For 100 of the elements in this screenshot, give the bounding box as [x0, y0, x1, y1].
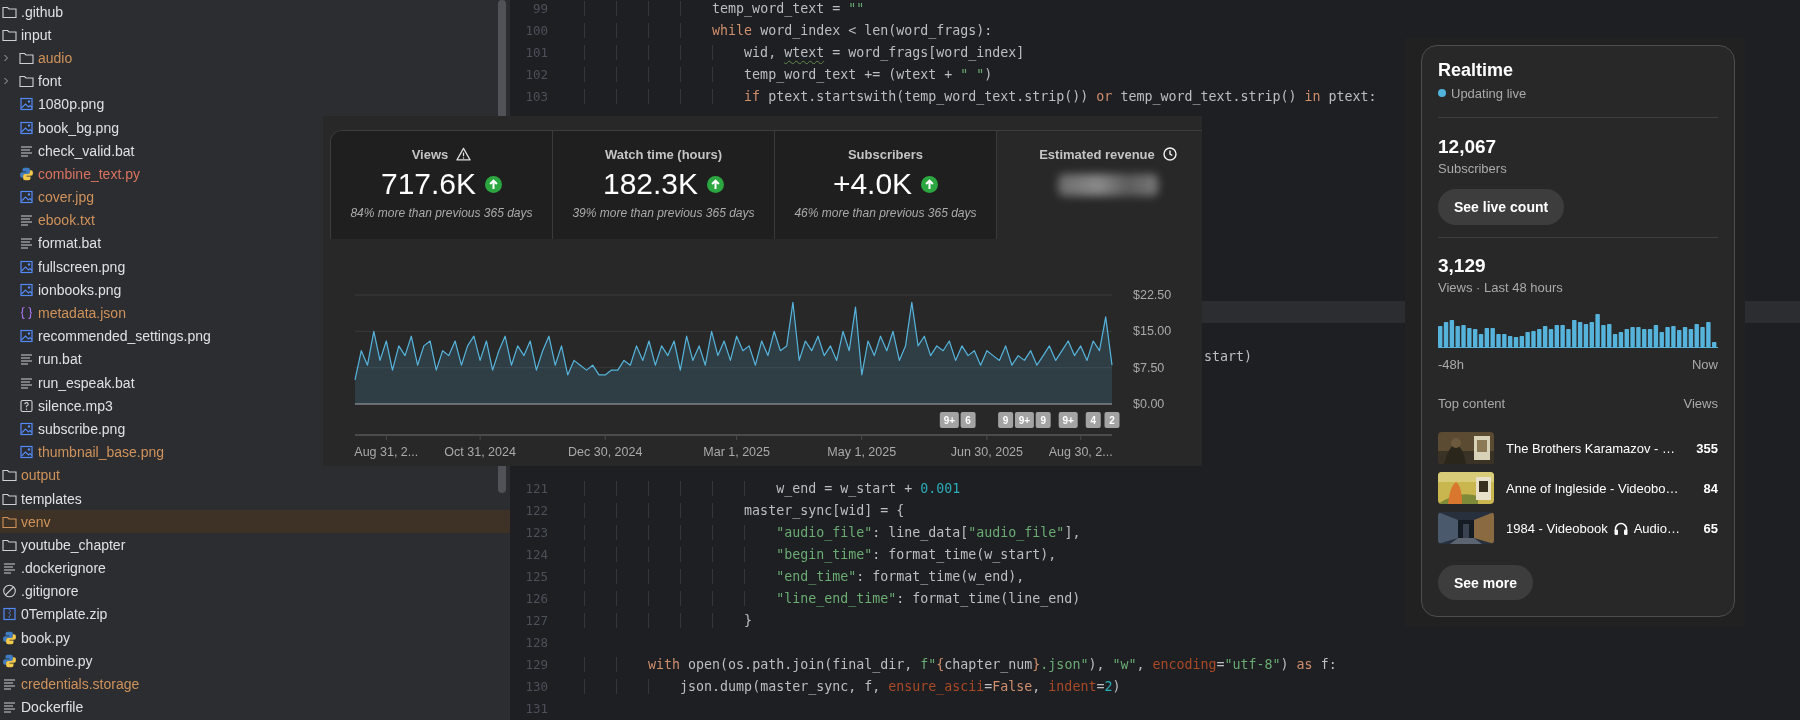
video-title[interactable]: 1984 - Videobook: [1506, 520, 1608, 536]
tree-item[interactable]: combine_text.py: [0, 162, 144, 186]
headphones-icon: [1612, 520, 1629, 536]
scrollbar-segment[interactable]: [498, 466, 506, 493]
tree-item[interactable]: templates: [0, 486, 86, 511]
tree-item[interactable]: .gitignore: [0, 579, 83, 603]
code-line: with open(os.path.join(final_dir, f"{chapter_num}.json"), "w", encoding="utf-8") as f:: [648, 656, 1337, 672]
view-count: 84: [1703, 480, 1718, 496]
tree-item[interactable]: ebook.txt: [0, 208, 99, 232]
metric-label: Subscribers: [847, 146, 924, 162]
tree-item[interactable]: input: [0, 23, 56, 47]
live-dot: [1438, 89, 1446, 97]
axis-label: Now: [1692, 356, 1718, 374]
view-count: 65: [1703, 520, 1718, 536]
metric-tab[interactable]: Views 717.6K 84% more than previous 365 days: [331, 131, 553, 239]
tree-item[interactable]: run_espeak.bat: [0, 371, 139, 395]
python-icon: [19, 166, 34, 181]
video-title[interactable]: Anne of Ingleside - Videobo…: [1506, 480, 1679, 496]
text-file-icon: [2, 561, 17, 576]
panel-title: Realtime: [1438, 59, 1514, 81]
stat-value: 12,067: [1438, 136, 1497, 158]
axis-label: Aug 31, 2...: [354, 445, 419, 459]
metric-tab[interactable]: Watch time (hours) 182.3K 39% more than previous 365 days: [553, 131, 775, 239]
metric-tab[interactable]: Subscribers +4.0K 46% more than previous 365 days: [775, 131, 997, 239]
code-line: temp_word_text += (wtext + " "): [744, 66, 993, 82]
image-file-icon: [19, 329, 34, 344]
tree-item[interactable]: audio: [0, 46, 77, 70]
tree-item[interactable]: venv: [0, 510, 510, 534]
text-file-icon: [2, 700, 17, 715]
image-file-icon: [19, 97, 34, 112]
status-text: Updating live: [1451, 85, 1527, 101]
text-file-icon: [19, 375, 34, 390]
tree-item[interactable]: book.py: [0, 626, 75, 650]
braces-icon: [19, 306, 34, 321]
axis-label: $7.50: [1133, 360, 1165, 375]
folder-icon: [19, 74, 34, 89]
code-line: while word_index < len(word_frags):: [712, 22, 993, 38]
tree-item[interactable]: subscribe.png: [0, 417, 130, 441]
tree-item[interactable]: .dockerignore: [0, 556, 110, 580]
metric-label: Estimated revenue: [1039, 146, 1155, 162]
warning-icon[interactable]: [456, 147, 472, 161]
blocked-icon: [2, 584, 17, 599]
code-line: "begin_time": format_time(w_start),: [776, 546, 1057, 562]
tree-item[interactable]: thumbnail_base.png: [0, 440, 169, 464]
folder-icon: [2, 491, 17, 506]
axis-label: -48h: [1438, 356, 1465, 374]
tree-item[interactable]: output: [0, 463, 64, 487]
axis-label: $15.00: [1133, 324, 1172, 339]
code-line: w_end = w_start + 0.001: [776, 480, 961, 496]
see-more-button[interactable]: See more: [1438, 565, 1534, 600]
tree-item[interactable]: font: [0, 69, 66, 93]
axis-label: Oct 31, 2024: [444, 445, 516, 459]
tree-item[interactable]: ionbooks.png: [0, 278, 126, 302]
tree-item[interactable]: book_bg.png: [0, 115, 123, 140]
axis-label: Mar 1, 2025: [703, 445, 770, 459]
chevron-icon[interactable]: [3, 76, 9, 87]
metric-caption: 39% more than previous 365 days: [572, 206, 755, 220]
image-file-icon: [19, 120, 34, 135]
zip-file-icon: [2, 607, 17, 622]
tree-item[interactable]: check_valid.bat: [0, 139, 139, 163]
image-file-icon: [19, 190, 34, 205]
scrollbar-segment[interactable]: [498, 0, 506, 116]
text-file-icon: [19, 213, 34, 228]
axis-label: $22.50: [1133, 288, 1172, 302]
tree-item[interactable]: credentials.storage: [0, 672, 144, 696]
metric-label: Watch time (hours): [604, 146, 723, 162]
stat-label: Subscribers: [1438, 160, 1507, 178]
video-title[interactable]: The Brothers Karamazov - …: [1506, 440, 1676, 456]
metric-caption: 46% more than previous 365 days: [794, 206, 977, 220]
axis-label: Aug 30, 2...: [1048, 445, 1113, 459]
text-file-icon: [19, 352, 34, 367]
folder-icon: [19, 50, 34, 65]
stat-value: 3,129: [1438, 255, 1486, 277]
tree-item[interactable]: Dockerfile: [0, 695, 88, 719]
tree-item[interactable]: cover.jpg: [0, 185, 99, 209]
code-line: "end_time": format_time(w_end),: [776, 568, 1025, 584]
tree-item[interactable]: 1080p.png: [0, 92, 109, 116]
folder-icon: [2, 514, 17, 529]
stat-label: Views · Last 48 hours: [1438, 279, 1563, 297]
tree-item[interactable]: silence.mp3: [0, 394, 117, 418]
tree-item[interactable]: fullscreen.png: [0, 255, 130, 279]
tree-item[interactable]: metadata.json: [0, 301, 130, 325]
column-heading: Views: [1683, 395, 1718, 413]
tree-item[interactable]: recommended_settings.png: [0, 324, 215, 348]
see-live-count-button[interactable]: See live count: [1438, 189, 1565, 225]
chevron-icon[interactable]: [3, 52, 9, 63]
view-count: 355: [1696, 440, 1718, 456]
tree-item[interactable]: 0Template.zip: [0, 602, 112, 627]
code-line: }: [744, 612, 753, 628]
image-file-icon: [19, 282, 34, 297]
tree-item[interactable]: .github: [0, 0, 68, 24]
tree-item[interactable]: format.bat: [0, 231, 106, 256]
video-title[interactable]: Audio…: [1633, 520, 1680, 536]
tree-item[interactable]: combine.py: [0, 649, 97, 673]
clock-icon[interactable]: [1162, 147, 1177, 161]
axis-label: $0.00: [1133, 397, 1165, 411]
code-line: "audio_file": line_data["audio_file"],: [776, 524, 1081, 540]
tree-item[interactable]: run.bat: [0, 347, 86, 371]
tree-item[interactable]: youtube_chapter: [0, 533, 130, 557]
metric-value: 182.3K: [602, 167, 699, 201]
